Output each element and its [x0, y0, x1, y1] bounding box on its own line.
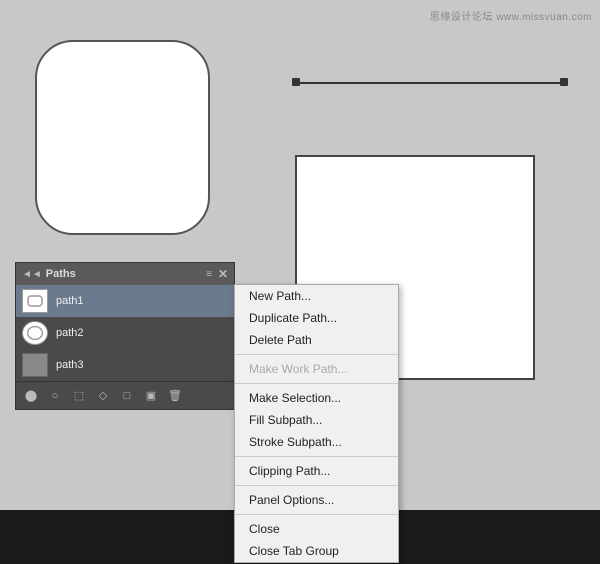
panel-collapse-arrows[interactable]: ◄◄ — [22, 269, 42, 280]
panel-close-icon[interactable]: ✕ — [218, 267, 228, 281]
rounded-rect-shape — [35, 40, 210, 235]
menu-item-fill-subpath[interactable]: Fill Subpath... — [235, 409, 398, 431]
panel-title: Paths — [46, 268, 76, 280]
work-path-icon[interactable]: ◇ — [94, 387, 112, 405]
separator-1 — [235, 354, 398, 355]
watermark: 思缘设计论坛 www.missvuan.com — [430, 8, 592, 23]
horizontal-line — [295, 82, 560, 84]
menu-item-clipping-path[interactable]: Clipping Path... — [235, 460, 398, 482]
path3-label: path3 — [56, 359, 84, 371]
panel-header: ◄◄ Paths ≡ ✕ — [16, 263, 234, 285]
separator-2 — [235, 383, 398, 384]
separator-4 — [235, 485, 398, 486]
fill-path-icon[interactable]: ⬤ — [22, 387, 40, 405]
path3-thumbnail — [22, 353, 48, 377]
stroke-path-icon[interactable]: ○ — [46, 387, 64, 405]
menu-item-new-path[interactable]: New Path... — [235, 285, 398, 307]
separator-5 — [235, 514, 398, 515]
line-endpoint-right — [560, 78, 568, 86]
path-row-3[interactable]: path3 — [16, 349, 234, 381]
menu-item-delete-path[interactable]: Delete Path — [235, 329, 398, 351]
paths-panel: ◄◄ Paths ≡ ✕ path1 path2 path3 ⬤ ○ ⬚ — [15, 262, 235, 410]
menu-item-stroke-subpath[interactable]: Stroke Subpath... — [235, 431, 398, 453]
menu-item-make-work-path: Make Work Path... — [235, 358, 398, 380]
menu-item-close[interactable]: Close — [235, 518, 398, 540]
panel-icon-bar: ⬤ ○ ⬚ ◇ □ ▣ 🗑 — [16, 381, 234, 409]
panel-header-left: ◄◄ Paths — [22, 268, 76, 280]
new-path-icon[interactable]: □ — [118, 387, 136, 405]
path2-label: path2 — [56, 327, 84, 339]
path-row-1[interactable]: path1 — [16, 285, 234, 317]
mask-icon[interactable]: ▣ — [142, 387, 160, 405]
selection-icon[interactable]: ⬚ — [70, 387, 88, 405]
menu-item-duplicate-path[interactable]: Duplicate Path... — [235, 307, 398, 329]
path-row-2[interactable]: path2 — [16, 317, 234, 349]
path1-thumbnail — [22, 289, 48, 313]
path1-label: path1 — [56, 295, 84, 307]
menu-item-make-selection[interactable]: Make Selection... — [235, 387, 398, 409]
delete-path-icon[interactable]: 🗑 — [166, 387, 184, 405]
menu-item-panel-options[interactable]: Panel Options... — [235, 489, 398, 511]
path2-thumbnail — [22, 321, 48, 345]
context-menu: New Path... Duplicate Path... Delete Pat… — [234, 284, 399, 563]
panel-menu-icon[interactable]: ≡ — [206, 269, 212, 280]
separator-3 — [235, 456, 398, 457]
menu-item-close-tab-group[interactable]: Close Tab Group — [235, 540, 398, 562]
